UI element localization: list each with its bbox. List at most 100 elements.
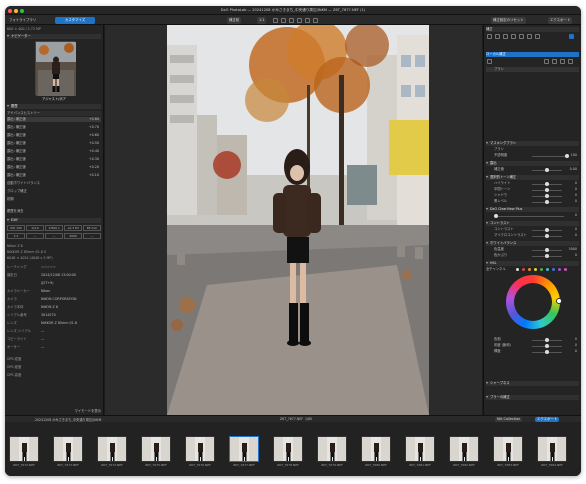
eraser-tool-icon[interactable]	[560, 59, 565, 64]
history-item[interactable]: 露出: 補正値 +0.80	[7, 117, 101, 122]
color-icon[interactable]	[495, 34, 500, 39]
filmstrip-thumbnail[interactable]	[317, 436, 347, 462]
selective-tone-slider[interactable]	[532, 200, 562, 204]
hsl-header[interactable]: HSL	[486, 261, 579, 266]
watermark-icon[interactable]	[313, 17, 318, 23]
contrast-slider[interactable]	[532, 234, 562, 238]
filmstrip-thumbnail[interactable]	[9, 436, 39, 462]
effects-icon[interactable]	[527, 34, 532, 39]
history-item[interactable]: 露出: 補正値 +0.60	[7, 133, 101, 138]
masking-brush-header[interactable]: マスキングブラシ	[486, 141, 579, 146]
metadata-value[interactable]: —	[41, 345, 44, 350]
history-item[interactable]: 初期	[7, 197, 101, 202]
selective-tone-value[interactable]: 0	[575, 181, 577, 186]
gradient-tool-icon[interactable]	[544, 59, 549, 64]
metadata-value[interactable]: NIKKOR Z 85mm f/1.8	[41, 321, 77, 326]
selective-tone-value[interactable]: 0	[575, 193, 577, 198]
channel-orange[interactable]	[528, 268, 531, 271]
filmstrip-thumbnail[interactable]	[229, 436, 259, 462]
contrast-value[interactable]: 0	[575, 227, 577, 232]
picker-tool-icon[interactable]	[552, 59, 557, 64]
selective-tone-slider[interactable]	[532, 182, 562, 186]
export-button[interactable]: エクスポート	[548, 16, 573, 24]
favorites-icon[interactable]	[535, 34, 540, 39]
local-adjust-bar[interactable]: ローカル補正	[486, 52, 579, 57]
palette-icon[interactable]	[569, 34, 574, 39]
history-item[interactable]: 自動ホワイトバランス	[7, 181, 101, 186]
clearview-header[interactable]: DxO ClearView Plus	[486, 207, 579, 212]
wheel-handle[interactable]	[556, 298, 562, 304]
selective-tone-knob[interactable]	[545, 194, 549, 198]
white-balance-knob[interactable]	[545, 248, 549, 252]
opacity-value[interactable]: 100	[571, 153, 577, 158]
navigator-header[interactable]: ナビゲーター	[7, 34, 101, 39]
geometry-icon[interactable]	[511, 34, 516, 39]
metadata-value[interactable]: —	[41, 329, 44, 334]
metadata-value[interactable]: (JST+9)	[41, 281, 54, 286]
selective-tone-value[interactable]: 0	[575, 199, 577, 204]
local-icon[interactable]	[519, 34, 524, 39]
history-header[interactable]: 履歴	[7, 104, 101, 109]
hsl-knob[interactable]	[545, 338, 549, 342]
metadata-value[interactable]: 3014570	[41, 313, 56, 318]
hsl-slider[interactable]	[532, 338, 562, 342]
red-eye-icon[interactable]	[297, 17, 302, 23]
filmstrip-thumbnail[interactable]	[273, 436, 303, 462]
light-icon[interactable]	[487, 34, 492, 39]
selective-tone-knob[interactable]	[545, 200, 549, 204]
history-item[interactable]: 露出: 補正値 +0.50	[7, 141, 101, 146]
filmstrip-thumbnail[interactable]	[449, 436, 479, 462]
white-balance-slider[interactable]	[532, 248, 562, 252]
contrast-slider[interactable]	[532, 228, 562, 232]
selective-tone-value[interactable]: 0	[575, 187, 577, 192]
rotate-left-icon[interactable]	[273, 17, 278, 23]
channel-purple[interactable]	[558, 268, 561, 271]
metadata-value[interactable]: ☆☆☆☆☆	[41, 265, 56, 270]
channel-aqua[interactable]	[546, 268, 549, 271]
channel-magenta[interactable]	[564, 268, 567, 271]
metadata-value[interactable]: 2024/12/08 13:00:00	[41, 273, 76, 278]
white-balance-slider[interactable]	[532, 254, 562, 258]
navigator-preview[interactable]	[35, 41, 76, 96]
opacity-knob[interactable]	[565, 154, 569, 158]
filmstrip-thumbnail[interactable]	[97, 436, 127, 462]
contrast-knob[interactable]	[545, 228, 549, 232]
show-my-mode[interactable]: マイモードを表示	[7, 409, 101, 414]
white-balance-value[interactable]: 0	[575, 253, 577, 258]
hsl-value[interactable]: 0	[575, 343, 577, 348]
contrast-header[interactable]: コントラスト	[486, 221, 579, 226]
exposure-header[interactable]: 露出	[486, 161, 579, 166]
hsl-color-wheel[interactable]	[506, 275, 562, 329]
filmstrip-thumbnail[interactable]	[405, 436, 435, 462]
channel-green[interactable]	[540, 268, 543, 271]
tab-library[interactable]: フォトライブラリ	[7, 17, 38, 24]
opacity-slider[interactable]	[532, 154, 569, 158]
history-item[interactable]: クロップ補正	[7, 189, 101, 194]
exif-header[interactable]: EXIF	[7, 218, 101, 223]
metadata-value[interactable]: —	[41, 337, 44, 342]
reset-adjustments-button[interactable]: 補正設定のリセット	[491, 16, 526, 24]
filmstrip-thumbnail[interactable]	[53, 436, 83, 462]
filmstrip-thumbnail[interactable]	[493, 436, 523, 462]
brush-tool-icon[interactable]	[487, 59, 492, 64]
hsl-slider[interactable]	[532, 344, 562, 348]
selective-tone-header[interactable]: 選択的トーン補正	[486, 175, 579, 180]
history-item[interactable]: 露出: 補正値 +0.30	[7, 157, 101, 162]
selective-tone-knob[interactable]	[545, 182, 549, 186]
tab-customize[interactable]: カスタマイズ	[55, 16, 95, 24]
metadata-value[interactable]: NIKON CORPORATION	[41, 297, 77, 302]
crop-icon[interactable]	[281, 17, 286, 23]
metadata-value[interactable]: Nikon	[41, 289, 50, 294]
channel-red[interactable]	[522, 268, 525, 271]
brush-row[interactable]: ブラシ	[486, 67, 579, 72]
history-item[interactable]: 露出: 補正値 +0.20	[7, 165, 101, 170]
hsl-value[interactable]: 0	[575, 337, 577, 342]
exposure-value[interactable]: 0.00	[570, 167, 577, 172]
hsl-knob[interactable]	[545, 350, 549, 354]
white-balance-header[interactable]: ホワイトバランス	[486, 241, 579, 246]
local-adjust-icon[interactable]	[305, 17, 310, 23]
compare-button[interactable]: 補正前	[227, 16, 242, 24]
filmstrip-thumbnail[interactable]	[185, 436, 215, 462]
image-viewer[interactable]	[105, 25, 482, 415]
history-item[interactable]: 露出: 補正値 +0.40	[7, 149, 101, 154]
